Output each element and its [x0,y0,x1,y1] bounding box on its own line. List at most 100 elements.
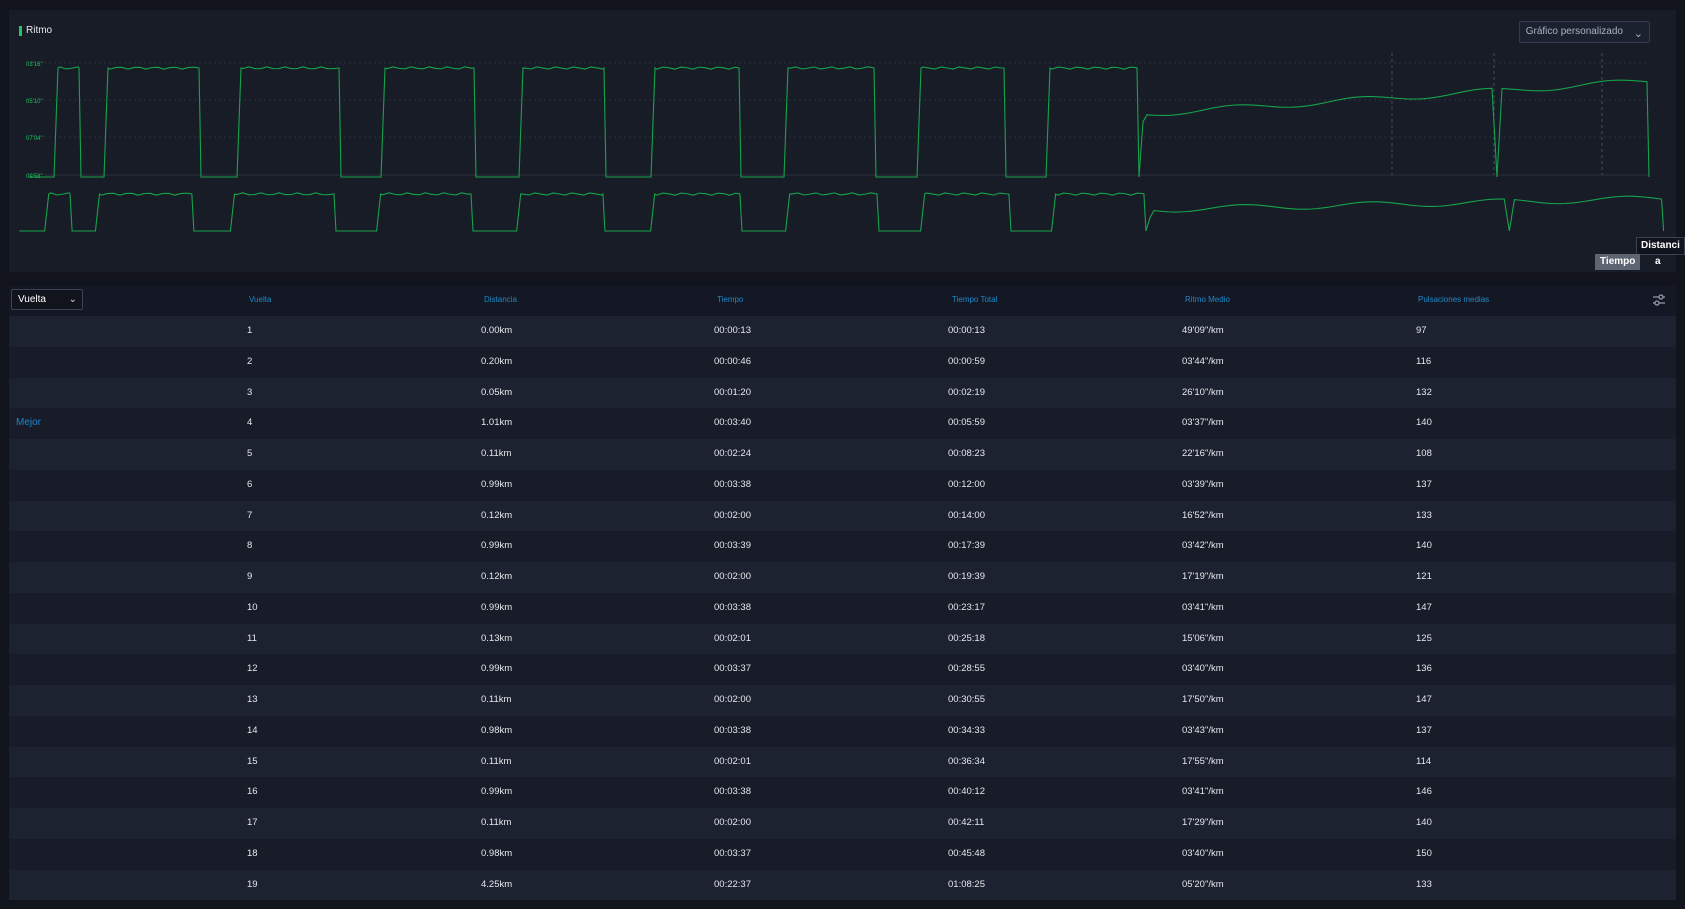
cell-tiempo: 00:22:37 [714,878,751,890]
x-tick-label: 0:00 [45,179,60,180]
cell-tiempo-total: 00:00:13 [948,325,985,336]
cell-tiempo: 00:03:39 [714,540,751,552]
cell-ritmo-medio: 03'42"/km [1182,540,1224,552]
cell-vuelta: 7 [247,509,253,521]
legend-label: Ritmo [26,25,53,36]
pace-overview-chart[interactable] [9,184,1676,236]
table-row[interactable]: 14 0.98km 00:03:38 00:34:33 03'43"/km 137 [9,715,1676,747]
laps-table-header: Vuelta ⌄ Vuelta Distancia Tiempo Tiempo … [9,286,1676,316]
cell-distancia: 0.11km [481,755,512,767]
cell-ritmo-medio: 03'37"/km [1182,417,1224,429]
cell-ritmo-medio: 05'20"/km [1182,878,1224,890]
cell-ritmo-medio: 17'19"/km [1182,571,1224,582]
activity-page: Ritmo Gráfico personalizado ⌄ 03'16" 05'1… [0,0,1685,909]
cell-pulsaciones: 140 [1416,817,1432,828]
header-tiempo-total[interactable]: Tiempo Total [952,295,997,304]
table-row[interactable]: 19 4.25km 00:22:37 01:08:25 05'20"/km 133 [9,869,1676,901]
cell-tiempo-total: 00:34:33 [948,724,985,736]
cell-distancia: 0.99km [481,540,513,552]
cell-tiempo: 00:02:00 [714,817,751,828]
cell-ritmo-medio: 16'52"/km [1182,509,1224,521]
cell-pulsaciones: 132 [1416,386,1432,398]
laps-table-body: 1 0.00km 00:00:13 00:00:13 49'09"/km 97 2 0.20k… [9,316,1676,901]
header-vuelta[interactable]: Vuelta [249,295,271,304]
cell-distancia: 0.11km [481,694,512,705]
chart-legend[interactable]: Ritmo [19,25,52,36]
cell-pulsaciones: 137 [1416,478,1432,490]
table-row[interactable]: 13 0.11km 00:02:00 00:30:55 17'50"/km 147 [9,685,1676,716]
time-mode-button[interactable]: Tiempo [1595,254,1641,270]
cell-tiempo: 00:03:38 [714,478,751,490]
table-row[interactable]: 17 0.11km 00:02:00 00:42:11 17'29"/km 140 [9,808,1676,839]
cell-tiempo-total: 00:30:55 [948,694,985,705]
y-tick-label: 07'04" [26,136,43,142]
table-row[interactable]: 5 0.11km 00:02:24 00:08:23 22'16"/km 108 [9,439,1676,470]
header-tiempo[interactable]: Tiempo [717,295,743,304]
table-row[interactable]: Mejor 4 1.01km 00:03:40 00:05:59 03'37"/km 140 [9,408,1676,439]
table-row[interactable]: 8 0.99km 00:03:39 00:17:39 03'42"/km 140 [9,531,1676,562]
cell-ritmo-medio: 17'55"/km [1182,755,1224,767]
cell-distancia: 0.12km [481,571,513,582]
pace-main-chart[interactable]: 03'16"05'10"07'04"09'58" 0:0030:001:00:0… [9,50,1676,180]
cell-pulsaciones: 140 [1416,417,1432,429]
cell-ritmo-medio: 17'50"/km [1182,694,1224,705]
cell-tiempo-total: 00:14:00 [948,509,985,521]
overview-pace-line [19,192,1665,232]
cell-tiempo-total: 00:02:19 [948,386,985,398]
table-row[interactable]: 7 0.12km 00:02:00 00:14:00 16'52"/km 133 [9,500,1676,532]
cell-tiempo: 00:01:20 [714,386,751,398]
cell-tiempo: 00:02:24 [714,448,751,459]
table-row[interactable]: 15 0.11km 00:02:01 00:36:34 17'55"/km 114 [9,746,1676,778]
table-row[interactable]: 18 0.98km 00:03:37 00:45:48 03'40"/km 150 [9,838,1676,870]
cell-ritmo-medio: 15'06"/km [1182,632,1224,644]
chart-type-dropdown-label: Gráfico personalizado [1525,26,1623,37]
cell-ritmo-medio: 03'43"/km [1182,724,1224,736]
table-row[interactable]: 2 0.20km 00:00:46 00:00:59 03'44"/km 116 [9,346,1676,378]
header-pulsaciones-medias[interactable]: Pulsaciones medias [1418,295,1489,304]
cell-distancia: 0.05km [481,386,513,398]
cell-pulsaciones: 108 [1416,448,1432,459]
table-row[interactable]: 1 0.00km 00:00:13 00:00:13 49'09"/km 97 [9,316,1676,347]
chevron-down-icon: ⌄ [68,294,77,305]
cell-tiempo-total: 00:12:00 [948,478,985,490]
table-row[interactable]: 9 0.12km 00:02:00 00:19:39 17'19"/km 121 [9,562,1676,593]
x-tick-label: 1:00:00 [1450,179,1476,180]
table-row[interactable]: 16 0.99km 00:03:38 00:40:12 03'41"/km 146 [9,777,1676,808]
cell-vuelta: 6 [247,478,253,490]
lap-type-dropdown[interactable]: Vuelta ⌄ [11,289,83,310]
cell-vuelta: 14 [247,724,258,736]
table-row[interactable]: 12 0.99km 00:03:37 00:28:55 03'40"/km 136 [9,654,1676,685]
table-row[interactable]: 11 0.13km 00:02:01 00:25:18 15'06"/km 125 [9,623,1676,655]
sliders-icon[interactable] [1652,293,1666,307]
cell-distancia: 0.11km [481,817,512,828]
cell-ritmo-medio: 22'16"/km [1182,448,1224,459]
cell-ritmo-medio: 03'39"/km [1182,478,1224,490]
cell-ritmo-medio: 17'29"/km [1182,817,1224,828]
y-axis-ticks: 03'16"05'10"07'04"09'58" [26,62,43,180]
header-ritmo-medio[interactable]: Ritmo Medio [1185,295,1230,304]
table-row[interactable]: 3 0.05km 00:01:20 00:02:19 26'10"/km 132 [9,377,1676,409]
cell-tiempo-total: 00:40:12 [948,786,985,798]
cell-vuelta: 8 [247,540,253,552]
cell-vuelta: 4 [247,417,253,429]
table-row[interactable]: 10 0.99km 00:03:38 00:23:17 03'41"/km 147 [9,592,1676,624]
cell-vuelta: 1 [247,325,253,336]
cell-tiempo-total: 01:08:25 [948,878,985,890]
cell-tiempo: 00:03:37 [714,663,751,675]
cell-pulsaciones: 137 [1416,724,1432,736]
cell-tiempo-total: 00:08:23 [948,448,985,459]
cell-ritmo-medio: 03'44"/km [1182,355,1224,367]
header-distancia[interactable]: Distancia [484,295,517,304]
cell-vuelta: 5 [247,448,253,459]
cell-tiempo-total: 00:28:55 [948,663,985,675]
legend-swatch-icon [19,25,22,36]
cell-vuelta: 19 [247,878,258,890]
pace-chart-panel: Ritmo Gráfico personalizado ⌄ 03'16" 05'1… [9,10,1685,272]
distance-mode-button[interactable]: Distanci [1636,237,1685,255]
distance-mode-label: Distanci [1641,240,1680,251]
table-row[interactable]: 6 0.99km 00:03:38 00:12:00 03'39"/km 137 [9,469,1676,501]
cell-tiempo-total: 00:19:39 [948,571,985,582]
cell-pulsaciones: 150 [1416,847,1432,859]
cell-distancia: 0.99km [481,663,513,675]
chart-type-dropdown[interactable]: Gráfico personalizado ⌄ [1518,21,1650,43]
